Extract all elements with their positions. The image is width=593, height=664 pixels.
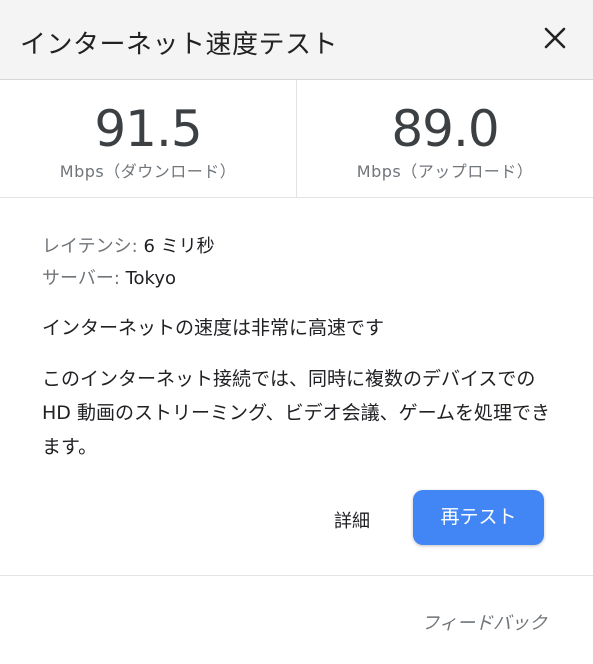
- download-panel: 91.5 Mbps（ダウンロード）: [0, 80, 297, 197]
- retest-button[interactable]: 再テスト: [413, 490, 544, 545]
- speed-description: このインターネット接続では、同時に複数のデバイスでの HD 動画のストリーミング…: [42, 368, 551, 458]
- footer-divider: [0, 575, 593, 576]
- speed-results: 91.5 Mbps（ダウンロード） 89.0 Mbps（アップロード）: [0, 80, 593, 198]
- download-speed-value: 91.5: [94, 100, 202, 158]
- close-icon: [544, 27, 566, 49]
- close-button[interactable]: [543, 26, 567, 50]
- server-label: サーバー:: [42, 268, 126, 289]
- result-details: レイテンシ: 6 ミリ秒 サーバー: Tokyo インターネットの速度は非常に高…: [0, 198, 593, 464]
- speed-verdict: インターネットの速度は非常に高速です: [42, 317, 385, 339]
- upload-panel: 89.0 Mbps（アップロード）: [297, 80, 593, 197]
- latency-label: レイテンシ:: [42, 236, 144, 257]
- dialog-title: インターネット速度テスト: [20, 30, 339, 60]
- server-row: サーバー: Tokyo: [42, 263, 551, 295]
- server-value: Tokyo: [125, 268, 177, 289]
- latency-value: 6 ミリ秒: [143, 236, 215, 257]
- action-bar: 詳細 再テスト: [0, 490, 593, 546]
- upload-speed-value: 89.0: [391, 100, 499, 158]
- feedback-link[interactable]: フィードバック: [421, 609, 547, 635]
- latency-row: レイテンシ: 6 ミリ秒: [42, 231, 551, 263]
- download-speed-unit: Mbps（ダウンロード）: [59, 162, 237, 181]
- dialog-header: インターネット速度テスト: [0, 0, 593, 80]
- details-button[interactable]: 詳細: [334, 507, 370, 533]
- upload-speed-unit: Mbps（アップロード）: [356, 162, 534, 181]
